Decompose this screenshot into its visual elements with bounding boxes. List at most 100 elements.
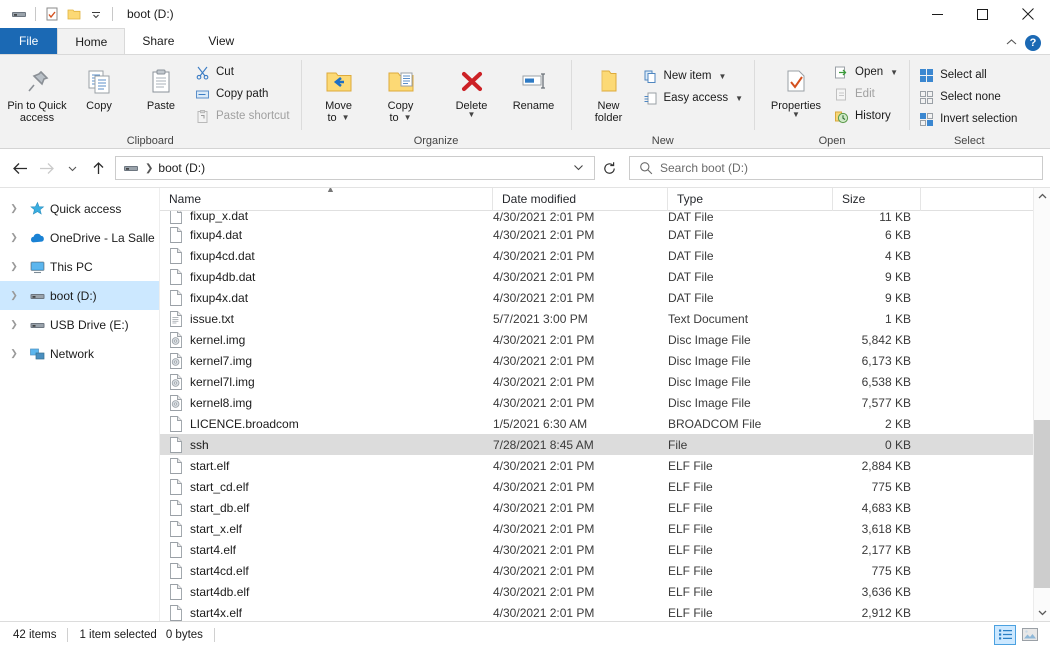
column-header-name[interactable]: ▲ Name [160,188,493,211]
column-header-date-modified[interactable]: Date modified [493,188,668,211]
file-name-label: start.elf [190,458,230,473]
sort-ascending-icon: ▲ [326,188,335,194]
table-row[interactable]: LICENCE.broadcom 1/5/2021 6:30 AM BROADCOM… [160,413,1033,434]
table-row[interactable]: start4.elf 4/30/2021 2:01 PM ELF File 2,177… [160,539,1033,560]
scrollbar-thumb[interactable] [1033,420,1050,589]
table-row[interactable]: start.elf 4/30/2021 2:01 PM ELF File 2,884 … [160,455,1033,476]
paste-button[interactable]: Paste [130,59,192,112]
easy-access-button[interactable]: Easy access ▼ [640,87,748,109]
recent-locations-button[interactable] [59,155,85,181]
table-row[interactable]: ssh 7/28/2021 8:45 AM File 0 KB [160,434,1033,455]
cell-size: 7,577 KB [861,395,911,410]
cut-button[interactable]: Cut [192,61,295,83]
scroll-up-button[interactable] [1034,188,1050,205]
table-row[interactable]: kernel8.img 4/30/2021 2:01 PM Disc Image F… [160,392,1033,413]
tab-view[interactable]: View [191,28,251,54]
cell-name: kernel8.img [160,394,493,411]
file-name-label: kernel7.img [190,353,253,368]
paste-icon [146,63,176,97]
table-row[interactable]: start_db.elf 4/30/2021 2:01 PM ELF File 4,6… [160,497,1033,518]
select-none-button[interactable]: Select none [916,86,1022,108]
cell-type: ELF File [668,605,713,620]
table-row[interactable]: fixup4x.dat 4/30/2021 2:01 PM DAT File 9 KB [160,287,1033,308]
search-icon [630,161,660,175]
sidebar-item-onedrive[interactable]: ❯ OneDrive - La Salle [0,223,159,252]
pin-to-quick-access-button[interactable]: Pin to Quick access [6,59,68,124]
sidebar-item-usb-drive-e[interactable]: ❯ USB Drive (E:) [0,310,159,339]
cell-name: start4cd.elf [160,562,493,579]
title-bar: boot (D:) [0,0,1050,28]
details-view-icon[interactable] [994,624,1016,645]
refresh-button[interactable] [595,156,623,180]
help-icon[interactable]: ? [1025,35,1041,51]
delete-button[interactable]: Delete ▼ [441,59,503,119]
forward-button[interactable] [33,155,59,181]
vertical-scrollbar[interactable] [1033,188,1050,621]
scroll-down-button[interactable] [1034,604,1050,621]
chevron-right-icon[interactable]: ❯ [4,348,24,359]
tab-share[interactable]: Share [125,28,191,54]
chevron-right-icon[interactable]: ❯ [4,290,24,301]
search-input[interactable]: Search boot (D:) [660,161,748,175]
edit-button[interactable]: Edit [831,83,903,105]
large-icons-view-icon[interactable] [1019,625,1041,645]
drive-icon [24,317,50,333]
chevron-right-icon[interactable]: ❯ [4,203,24,214]
drive-icon[interactable] [8,3,30,25]
close-button[interactable] [1005,0,1050,28]
table-row[interactable]: fixup4.dat 4/30/2021 2:01 PM DAT File 6 KB [160,224,1033,245]
properties-button[interactable]: Properties ▼ [761,59,831,119]
move-to-button[interactable]: Move to ▼ [308,59,370,124]
sidebar-item-quick-access[interactable]: ❯ Quick access [0,194,159,223]
select-all-button[interactable]: Select all [916,64,1022,86]
properties-icon[interactable] [41,3,63,25]
table-row[interactable]: fixup4db.dat 4/30/2021 2:01 PM DAT File 9 K… [160,266,1033,287]
rename-button[interactable]: Rename [503,59,565,112]
table-row[interactable]: fixup4cd.dat 4/30/2021 2:01 PM DAT File 4 K… [160,245,1033,266]
chevron-right-icon[interactable]: ❯ [4,232,24,243]
chevron-right-icon[interactable]: ❯ [4,319,24,330]
minimize-button[interactable] [915,0,960,28]
paste-shortcut-button[interactable]: Paste shortcut [192,105,295,127]
search-box[interactable]: Search boot (D:) [629,156,1043,180]
chevron-up-icon[interactable] [1006,36,1017,50]
tab-home[interactable]: Home [57,28,126,54]
table-row[interactable]: kernel7l.img 4/30/2021 2:01 PM Disc Image … [160,371,1033,392]
up-button[interactable] [85,155,111,181]
history-button[interactable]: History [831,105,903,127]
tab-file[interactable]: File [0,28,58,54]
address-dropdown-icon[interactable] [563,163,594,174]
column-header-type[interactable]: Type [668,188,833,211]
table-row[interactable]: start_cd.elf 4/30/2021 2:01 PM ELF File 775… [160,476,1033,497]
copy-path-button[interactable]: Copy path [192,83,295,105]
invert-selection-button[interactable]: Invert selection [916,108,1022,130]
chevron-right-icon[interactable]: ❯ [4,261,24,272]
table-row[interactable]: fixup_x.dat 4/30/2021 2:01 PM DAT File 11 K… [160,211,1033,224]
cell-name: fixup4cd.dat [160,247,493,264]
maximize-button[interactable] [960,0,1005,28]
table-row[interactable]: start4db.elf 4/30/2021 2:01 PM ELF File 3,6… [160,581,1033,602]
new-item-button[interactable]: New item ▼ [640,65,748,87]
table-row[interactable]: start4x.elf 4/30/2021 2:01 PM ELF File 2,91… [160,602,1033,621]
customize-chevron-icon[interactable] [85,3,107,25]
new-folder-button[interactable]: New folder [578,59,640,124]
toolbar-divider [35,7,36,21]
copy-to-button[interactable]: Copy to ▼ [370,59,432,124]
sidebar-item-this-pc[interactable]: ❯ This PC [0,252,159,281]
new-folder-icon[interactable] [63,3,85,25]
table-row[interactable]: kernel7.img 4/30/2021 2:01 PM Disc Image F… [160,350,1033,371]
copy-button[interactable]: Copy [68,59,130,112]
scrollbar-track[interactable] [1033,205,1050,604]
sidebar-item-network[interactable]: ❯ Network [0,339,159,368]
table-row[interactable]: start4cd.elf 4/30/2021 2:01 PM ELF File 775… [160,560,1033,581]
column-header-size[interactable]: Size [833,188,921,211]
breadcrumb-path[interactable]: boot (D:) [158,161,205,175]
table-row[interactable]: issue.txt 5/7/2021 3:00 PM Text Document 1 … [160,308,1033,329]
table-row[interactable]: kernel.img 4/30/2021 2:01 PM Disc Image Fi… [160,329,1033,350]
address-bar[interactable]: ❯ boot (D:) [115,156,595,180]
cell-size: 2,884 KB [861,458,911,473]
table-row[interactable]: start_x.elf 4/30/2021 2:01 PM ELF File 3,61… [160,518,1033,539]
back-button[interactable] [7,155,33,181]
sidebar-item-boot-d[interactable]: ❯ boot (D:) [0,281,159,310]
open-button[interactable]: Open ▼ [831,61,903,83]
